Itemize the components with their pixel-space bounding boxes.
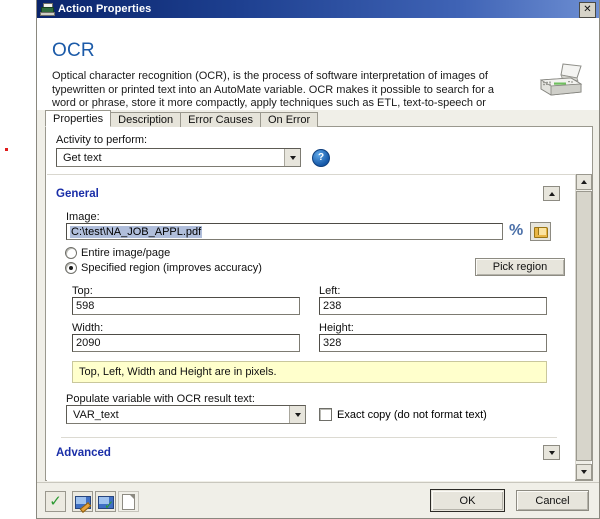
dialog-footer: ✓ ✓ OK Cancel bbox=[37, 482, 599, 518]
screenshot-root: Action Properties ✕ OCR Optical characte… bbox=[0, 0, 600, 519]
ok-button[interactable]: OK bbox=[430, 489, 505, 512]
window-title: Action Properties bbox=[58, 3, 152, 15]
note-pencil-icon bbox=[75, 495, 92, 513]
radio-specified-region-label: Specified region (improves accuracy) bbox=[81, 262, 262, 274]
populate-value: VAR_text bbox=[73, 408, 119, 421]
height-label: Height: bbox=[319, 322, 354, 334]
section-heading-advanced: Advanced bbox=[56, 447, 111, 459]
scrollbar-thumb[interactable] bbox=[576, 191, 592, 461]
section-heading-general: General bbox=[56, 188, 99, 200]
tab-properties[interactable]: Properties bbox=[45, 110, 112, 127]
top-input[interactable]: 598 bbox=[72, 297, 300, 315]
action-properties-dialog: Action Properties ✕ OCR Optical characte… bbox=[36, 0, 600, 519]
title-bar: Action Properties ✕ bbox=[37, 0, 599, 18]
pick-region-button[interactable]: Pick region bbox=[475, 258, 565, 276]
green-check-icon: ✓ bbox=[49, 493, 62, 510]
height-input[interactable]: 328 bbox=[319, 334, 547, 352]
fax-machine-icon bbox=[40, 3, 55, 16]
chevron-down-icon[interactable] bbox=[284, 149, 300, 166]
exact-copy-checkbox-box bbox=[319, 408, 332, 421]
tab-strip: Properties Description Error Causes On E… bbox=[45, 110, 593, 127]
section-divider bbox=[61, 437, 557, 438]
validate-button[interactable]: ✓ bbox=[45, 491, 66, 512]
scroll-up-icon[interactable] bbox=[576, 174, 592, 190]
left-label: Left: bbox=[319, 285, 341, 297]
activity-label: Activity to perform: bbox=[56, 134, 148, 146]
width-input[interactable]: 2090 bbox=[72, 334, 300, 352]
cancel-button[interactable]: Cancel bbox=[516, 490, 589, 511]
percent-variable-icon[interactable]: % bbox=[509, 223, 523, 239]
pixels-note: Top, Left, Width and Height are in pixel… bbox=[72, 361, 547, 383]
scroll-down-icon[interactable] bbox=[576, 464, 592, 480]
advanced-expand-button[interactable] bbox=[543, 445, 560, 460]
radio-entire-image[interactable]: Entire image/page bbox=[65, 247, 170, 259]
tab-container: Properties Description Error Causes On E… bbox=[45, 110, 593, 482]
artifact-dot-left bbox=[5, 148, 8, 151]
blank-page-icon bbox=[122, 493, 135, 510]
help-circle-icon[interactable]: ? bbox=[312, 149, 330, 167]
vertical-scrollbar[interactable] bbox=[575, 174, 592, 480]
tab-on-error[interactable]: On Error bbox=[259, 112, 319, 127]
activity-value: Get text bbox=[63, 151, 102, 164]
new-page-button[interactable] bbox=[118, 491, 139, 512]
activity-combo[interactable]: Get text bbox=[56, 148, 301, 167]
width-label: Width: bbox=[72, 322, 104, 334]
left-input[interactable]: 238 bbox=[319, 297, 547, 315]
tab-description[interactable]: Description bbox=[110, 112, 182, 127]
folder-browse-icon[interactable] bbox=[530, 222, 551, 241]
image-label: Image: bbox=[66, 211, 100, 223]
fax-machine-illustration bbox=[539, 63, 583, 96]
dialog-header: OCR Optical character recognition (OCR),… bbox=[37, 18, 599, 123]
image-input[interactable]: C:\test\NA_JOB_APPL.pdf bbox=[66, 223, 503, 240]
exact-copy-label: Exact copy (do not format text) bbox=[337, 408, 487, 421]
tab-panel-properties: Activity to perform: Get text ? General … bbox=[45, 126, 593, 481]
populate-label: Populate variable with OCR result text: bbox=[66, 393, 255, 405]
exact-copy-checkbox[interactable]: Exact copy (do not format text) bbox=[319, 408, 487, 421]
radio-entire-image-label: Entire image/page bbox=[81, 247, 171, 259]
general-collapse-button[interactable] bbox=[543, 186, 560, 201]
properties-scroll-area: General Image: C:\test\NA_JOB_APPL.pdf % bbox=[47, 174, 575, 481]
populate-combo[interactable]: VAR_text bbox=[66, 405, 306, 424]
page-title: OCR bbox=[52, 40, 95, 61]
image-value: C:\test\NA_JOB_APPL.pdf bbox=[70, 225, 203, 238]
chevron-down-icon-populate[interactable] bbox=[289, 406, 305, 423]
close-icon[interactable]: ✕ bbox=[579, 2, 596, 18]
tab-error-causes[interactable]: Error Causes bbox=[180, 112, 261, 127]
edit-note-button[interactable] bbox=[72, 491, 93, 513]
radio-entire-image-indicator bbox=[65, 247, 77, 259]
radio-specified-region[interactable]: Specified region (improves accuracy) bbox=[65, 262, 262, 274]
apply-note-button[interactable]: ✓ bbox=[95, 491, 116, 512]
top-label: Top: bbox=[72, 285, 93, 297]
note-check-icon: ✓ bbox=[98, 495, 114, 511]
radio-specified-region-indicator bbox=[65, 262, 77, 274]
